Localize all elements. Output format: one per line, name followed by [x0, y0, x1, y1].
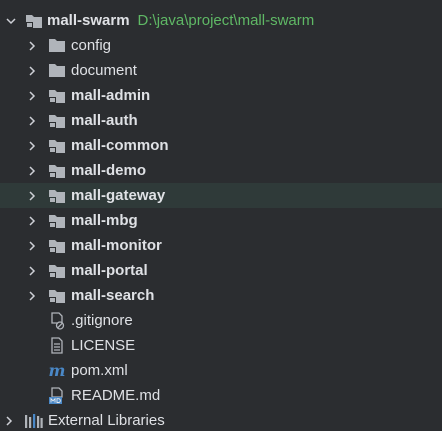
maven-file-icon: m — [47, 358, 67, 383]
chevron-down-icon[interactable] — [4, 8, 18, 33]
tree-row-label: .gitignore — [71, 312, 133, 329]
tree-row-document[interactable]: document — [0, 58, 442, 83]
project-tree: mall-swarm D:\java\project\mall-swarm con… — [0, 8, 442, 431]
module-folder-icon — [47, 208, 67, 233]
tree-row-label: README.md — [71, 387, 161, 404]
text-file-icon — [47, 333, 67, 358]
chevron-right-icon[interactable] — [25, 233, 39, 258]
tree-row-mall-common[interactable]: mall-common — [0, 133, 442, 158]
tree-row-mall-admin[interactable]: mall-admin — [0, 83, 442, 108]
tree-row-label: LICENSE — [71, 337, 136, 354]
tree-row-mall-gateway[interactable]: mall-gateway — [0, 183, 442, 208]
tree-row-mall-monitor[interactable]: mall-monitor — [0, 233, 442, 258]
libraries-icon — [24, 408, 44, 431]
chevron-right-icon[interactable] — [25, 208, 39, 233]
tree-row-readme[interactable]: README.md — [0, 383, 442, 408]
tree-row-gitignore[interactable]: .gitignore — [0, 308, 442, 333]
folder-icon — [47, 33, 67, 58]
gitignore-file-icon — [47, 308, 67, 333]
tree-row-label: config — [71, 37, 112, 54]
module-folder-icon — [47, 108, 67, 133]
tree-row-external-libraries[interactable]: External Libraries — [0, 408, 442, 431]
chevron-right-icon[interactable] — [25, 283, 39, 308]
tree-row-label: mall-mbg — [71, 212, 138, 229]
chevron-right-icon[interactable] — [25, 158, 39, 183]
tree-row-license[interactable]: LICENSE — [0, 333, 442, 358]
module-folder-icon — [24, 8, 44, 33]
module-folder-icon — [47, 258, 67, 283]
tree-row-mall-demo[interactable]: mall-demo — [0, 158, 442, 183]
tree-row-mall-mbg[interactable]: mall-mbg — [0, 208, 442, 233]
chevron-right-icon[interactable] — [2, 408, 16, 431]
tree-row-label: mall-gateway — [71, 187, 166, 204]
tree-row-label: mall-monitor — [71, 237, 162, 254]
module-folder-icon — [47, 133, 67, 158]
tree-row-label: mall-admin — [71, 87, 151, 104]
svg-text:m: m — [49, 363, 66, 379]
tree-row-label: mall-demo — [71, 162, 147, 179]
module-folder-icon — [47, 233, 67, 258]
tree-row-label: mall-auth — [71, 112, 138, 129]
tree-row-label: mall-common — [71, 137, 169, 154]
tree-row-mall-auth[interactable]: mall-auth — [0, 108, 442, 133]
tree-row-label: mall-portal — [71, 262, 148, 279]
module-folder-icon — [47, 183, 67, 208]
project-path: D:\java\project\mall-swarm — [137, 12, 315, 29]
tree-row-label: pom.xml — [71, 362, 128, 379]
chevron-right-icon[interactable] — [25, 258, 39, 283]
tree-row-root[interactable]: mall-swarm D:\java\project\mall-swarm — [0, 8, 442, 33]
tree-row-mall-portal[interactable]: mall-portal — [0, 258, 442, 283]
tree-row-label: External Libraries — [48, 412, 165, 429]
module-folder-icon — [47, 83, 67, 108]
tree-row-label: mall-search — [71, 287, 155, 304]
module-folder-icon — [47, 158, 67, 183]
chevron-right-icon[interactable] — [25, 133, 39, 158]
chevron-right-icon[interactable] — [25, 83, 39, 108]
tree-row-mall-search[interactable]: mall-search — [0, 283, 442, 308]
markdown-file-icon — [47, 383, 67, 408]
chevron-right-icon[interactable] — [25, 58, 39, 83]
tree-row-label: document — [71, 62, 137, 79]
tree-row-label: mall-swarm D:\java\project\mall-swarm — [47, 12, 315, 29]
chevron-right-icon[interactable] — [25, 33, 39, 58]
tree-row-pom-xml[interactable]: m pom.xml — [0, 358, 442, 383]
module-folder-icon — [47, 283, 67, 308]
folder-icon — [47, 58, 67, 83]
chevron-right-icon[interactable] — [25, 183, 39, 208]
chevron-right-icon[interactable] — [25, 108, 39, 133]
tree-row-config[interactable]: config — [0, 33, 442, 58]
